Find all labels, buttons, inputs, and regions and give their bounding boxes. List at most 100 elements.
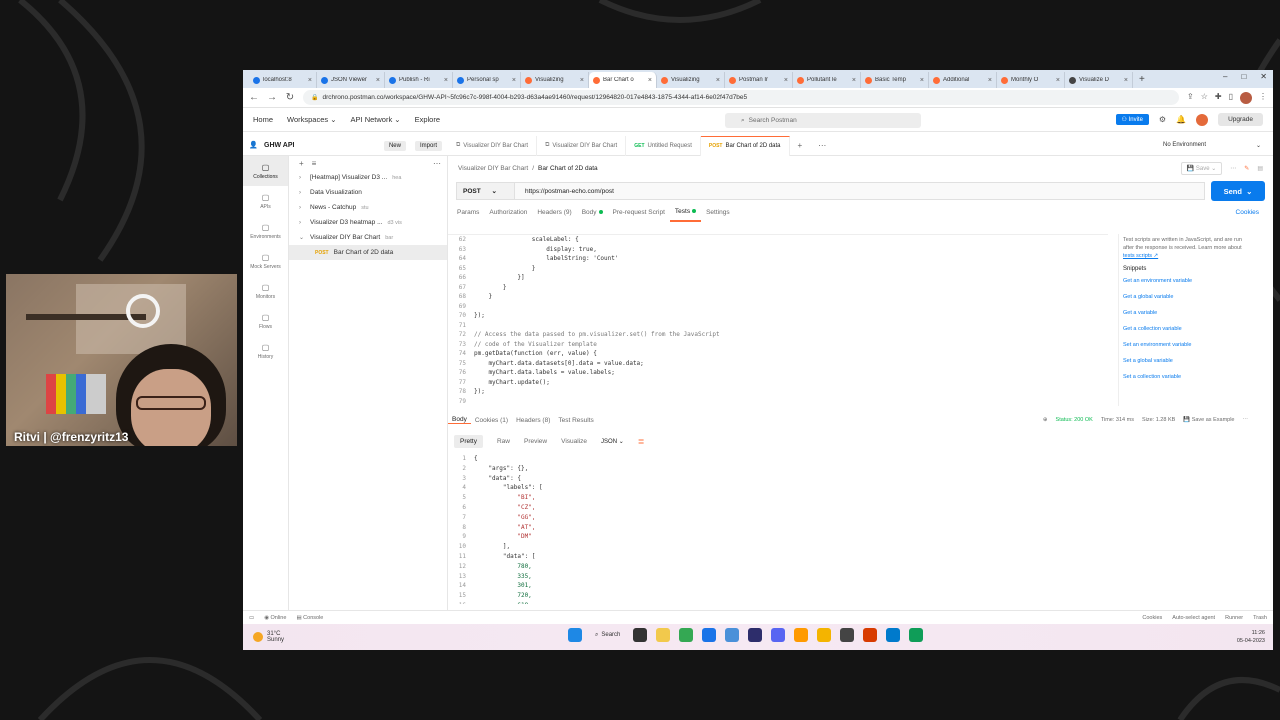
save-example-button[interactable]: 💾 Save as Example [1183, 417, 1234, 423]
extensions-icon[interactable]: ✚ [1215, 92, 1222, 104]
breadcrumb-parent[interactable]: Visualizer DIY Bar Chart [458, 165, 528, 172]
nav-home[interactable]: Home [253, 115, 273, 124]
trash-button[interactable]: Trash [1253, 615, 1267, 621]
environment-select[interactable]: No Environment ⌄ [1163, 142, 1273, 149]
workspace-name[interactable]: GHW API [264, 142, 294, 149]
browser-tab[interactable]: Visualizing × [521, 72, 589, 88]
reload-icon[interactable]: ↻ [285, 92, 295, 103]
response-body[interactable]: 1{2 "args": {}, 3 "data": {4 "labels": [5… [448, 454, 1248, 604]
edit-icon[interactable]: ✎ [1244, 165, 1249, 172]
nav-api-network[interactable]: API Network ⌄ [351, 115, 401, 124]
tab-close-icon[interactable]: × [648, 77, 652, 84]
tab-headers[interactable]: Headers (9) [532, 202, 576, 222]
snippet-link[interactable]: Set an environment variable [1123, 342, 1244, 358]
share-icon[interactable]: ⇪ [1187, 92, 1194, 104]
view-pretty[interactable]: Pretty [454, 434, 483, 448]
rail-item-flows[interactable]: ▢ Flows [243, 306, 288, 336]
browser-tab[interactable]: Basic Temp × [861, 72, 929, 88]
nav-explore[interactable]: Explore [415, 115, 440, 124]
collection-item[interactable]: ⌄ Visualizer DIY Bar Chart bar [289, 230, 447, 245]
rail-item-history[interactable]: ▢ History [243, 336, 288, 366]
browser-tab[interactable]: Bar Chart o × [589, 72, 657, 88]
add-icon[interactable]: + [299, 159, 304, 168]
chevron-icon[interactable]: › [299, 220, 305, 226]
browser-tab[interactable]: localhost:8 × [249, 72, 317, 88]
breadcrumb-current[interactable]: Bar Chart of 2D data [538, 165, 598, 172]
weather-widget[interactable]: 31°C Sunny [253, 631, 284, 643]
view-visualize[interactable]: Visualize [561, 438, 587, 445]
collection-item[interactable]: › News - Catchup stu [289, 200, 447, 215]
close-window-icon[interactable]: ✕ [1260, 72, 1267, 81]
console-button[interactable]: ▤ Console [296, 615, 323, 621]
response-more-icon[interactable]: ⋯ [1243, 417, 1249, 423]
wrap-lines-icon[interactable]: ≣ [638, 437, 645, 446]
filter-icon[interactable]: ≡ [312, 159, 317, 168]
taskbar-search[interactable]: ⌕ Search [591, 628, 624, 642]
sidebar-request-bar-chart[interactable]: POST Bar Chart of 2D data [289, 245, 447, 260]
collection-item[interactable]: › Data Visualization [289, 185, 447, 200]
tab-close-icon[interactable]: × [308, 77, 312, 84]
chevron-icon[interactable]: › [299, 175, 305, 181]
upgrade-button[interactable]: Upgrade [1218, 113, 1263, 126]
tab-close-icon[interactable]: × [784, 77, 788, 84]
browser-tab[interactable]: Visualizing × [657, 72, 725, 88]
user-avatar[interactable] [1196, 113, 1209, 126]
browser-tab[interactable]: Publish - Ri × [385, 72, 453, 88]
rail-item-monitors[interactable]: ▢ Monitors [243, 276, 288, 306]
settings-gear-icon[interactable]: ⚙ [1159, 115, 1166, 124]
collection-item[interactable]: › Visualizer D3 heatmap ... d3 vis [289, 215, 447, 230]
new-tab-icon[interactable]: + [1133, 72, 1151, 88]
collection-item[interactable]: › [Heatmap] Visualizer D3 ... hea [289, 170, 447, 185]
browser-tab[interactable]: Monthly O × [997, 72, 1065, 88]
browser-tab[interactable]: Visualize D × [1065, 72, 1133, 88]
request-tab[interactable]: ⧉ Visualizer DIY Bar Chart [537, 135, 627, 156]
request-url-input[interactable]: https://postman-echo.com/post [514, 182, 1205, 200]
task-view-icon[interactable] [633, 628, 648, 642]
sidebar-toggle-icon[interactable]: ▯ [1229, 92, 1233, 104]
profile-avatar[interactable] [1240, 91, 1252, 104]
system-clock[interactable]: 11:26 05-04-2023 [1237, 629, 1265, 645]
windows-start-icon[interactable] [568, 628, 582, 642]
tab-params[interactable]: Params [452, 202, 484, 222]
request-tab[interactable]: ⧉ Visualizer DIY Bar Chart [448, 135, 538, 156]
rail-item-environments[interactable]: ▢ Environments [243, 216, 288, 246]
tab-body[interactable]: Body [577, 202, 608, 222]
request-tab[interactable]: GET Untitled Request [626, 135, 701, 156]
more-actions-icon[interactable]: ⋯ [1230, 165, 1236, 172]
rail-item-apis[interactable]: ▢ APIs [243, 186, 288, 216]
sublime-icon[interactable] [794, 628, 809, 642]
blender-icon[interactable] [817, 628, 832, 642]
snippet-link[interactable]: Set a global variable [1123, 358, 1244, 374]
snippet-link[interactable]: Get a variable [1123, 310, 1244, 326]
url-field[interactable]: 🔒 drchrono.postman.co/workspace/GHW-API~… [303, 90, 1180, 105]
chrome-icon[interactable] [679, 628, 694, 642]
response-tab[interactable]: Test Results [554, 417, 597, 424]
tab-close-icon[interactable]: × [852, 77, 856, 84]
tab-close-icon[interactable]: × [1124, 77, 1128, 84]
tab-settings[interactable]: Settings [701, 202, 735, 222]
method-select[interactable]: POST ⌄ [456, 182, 514, 200]
nav-workspaces[interactable]: Workspaces ⌄ [287, 115, 337, 124]
tests-script-editor[interactable]: 62 scaleLabel: {63 display: true, 64 labe… [448, 234, 1108, 406]
forward-icon[interactable]: → [267, 92, 277, 103]
import-button[interactable]: Import [414, 140, 442, 151]
response-tab[interactable]: Cookies (1) [471, 417, 512, 424]
request-tab[interactable]: POST Bar Chart of 2D data [700, 135, 790, 156]
tests-scripts-link[interactable]: tests scripts ↗ [1123, 253, 1158, 259]
new-button[interactable]: New [383, 140, 406, 151]
vscode-icon[interactable] [886, 628, 901, 642]
invite-button[interactable]: ⚇ Invite [1115, 114, 1149, 125]
tab-close-icon[interactable]: × [920, 77, 924, 84]
view-preview[interactable]: Preview [524, 438, 547, 445]
rail-item-mock-servers[interactable]: ▢ Mock Servers [243, 246, 288, 276]
browser-tab[interactable]: JSON Viewer × [317, 72, 385, 88]
tab-close-icon[interactable]: × [716, 77, 720, 84]
maximize-icon[interactable]: □ [1241, 72, 1246, 81]
new-request-tab-icon[interactable]: + [790, 141, 811, 150]
snippet-link[interactable]: Get an environment variable [1123, 278, 1244, 294]
cookies-link[interactable]: Cookies [1236, 209, 1259, 216]
response-tab[interactable]: Body [448, 416, 471, 424]
bookmark-star-icon[interactable]: ☆ [1201, 92, 1208, 104]
chevron-icon[interactable]: ⌄ [299, 234, 305, 241]
tab-close-icon[interactable]: × [580, 77, 584, 84]
